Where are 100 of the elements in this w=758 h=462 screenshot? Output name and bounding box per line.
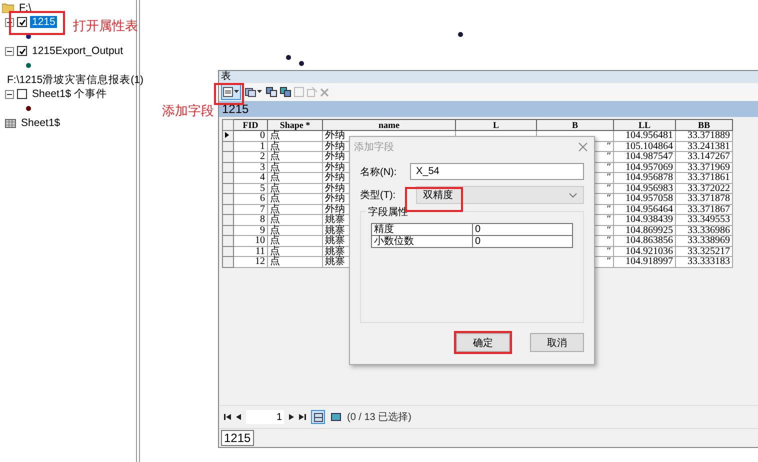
table-cell: ″: [606, 140, 611, 152]
chevron-down-icon: [569, 192, 577, 198]
table-cell: 104.921036: [614, 246, 676, 256]
table-cell: 6: [234, 194, 268, 204]
table-cell: 104.957069: [614, 162, 676, 172]
table-cell: 7: [234, 204, 268, 214]
highlight-frame: [9, 11, 65, 35]
table-cell: ″: [606, 235, 611, 246]
table-cell: 33.371969: [676, 162, 732, 172]
table-cell: 104.957058: [614, 194, 676, 204]
selection-status: (0 / 13 已选择): [347, 410, 412, 424]
caret-icon: [234, 90, 239, 94]
table-cell: ″: [606, 246, 611, 256]
table-cell: 33.333183: [676, 256, 732, 267]
table-cell: 33.371861: [676, 172, 732, 183]
previous-record-icon[interactable]: [236, 414, 241, 420]
layer-checkbox[interactable]: [17, 17, 27, 27]
table-cell: 点: [268, 183, 322, 194]
table-icon: [314, 412, 322, 422]
last-record-icon[interactable]: [299, 414, 306, 420]
table-cell: 点: [268, 204, 322, 214]
table-cell: 104.938439: [614, 214, 676, 225]
table-cell: 33.371867: [676, 204, 732, 214]
table-cell: ″: [606, 162, 611, 172]
select-by-attributes-icon[interactable]: [266, 87, 277, 97]
column-header[interactable]: L: [456, 120, 536, 130]
property-value[interactable]: 0: [472, 224, 572, 236]
collapse-icon[interactable]: [5, 90, 14, 98]
caret-icon: [257, 90, 262, 94]
table-cell: 点: [268, 194, 322, 204]
type-dropdown[interactable]: 双精度: [416, 186, 584, 204]
highlight-frame: [214, 83, 244, 105]
table-cell: 3: [234, 162, 268, 172]
column-header[interactable]: LL: [614, 120, 676, 130]
table-cell: 104.956983: [614, 183, 676, 194]
collapse-icon[interactable]: [5, 46, 14, 56]
table-cell: ″: [606, 172, 611, 183]
map-point: [286, 55, 291, 60]
tree-item-label[interactable]: F:\: [17, 2, 34, 14]
table-tab[interactable]: 1215: [221, 430, 254, 446]
name-input-field[interactable]: X_54: [410, 163, 584, 180]
tree-item-label[interactable]: Sheet1$: [19, 117, 62, 129]
table-cell: 33.371878: [676, 194, 732, 204]
table-cell: 33.349553: [676, 214, 732, 225]
table-cell: 33.241381: [676, 141, 732, 152]
tree-item-label[interactable]: F:\1215滑坡灾害信息报表(1): [5, 73, 146, 87]
cancel-button[interactable]: 取消: [530, 333, 584, 352]
table-cell: 点: [268, 141, 322, 152]
next-record-icon[interactable]: [289, 414, 294, 420]
row-selector[interactable]: [222, 130, 234, 141]
table-cell: ″: [606, 204, 611, 214]
column-header[interactable]: B: [536, 120, 614, 130]
show-selected-records-button[interactable]: [330, 411, 342, 423]
table-cell: 点: [268, 172, 322, 183]
window-title: 表: [219, 71, 758, 83]
table-cell: 点: [268, 152, 322, 162]
tree-item-label[interactable]: 1215Export_Output: [30, 45, 126, 57]
first-record-icon[interactable]: [224, 414, 231, 420]
layer-checkbox[interactable]: [17, 89, 27, 99]
table-cell: 104.987547: [614, 152, 676, 162]
table-cell: 点: [268, 246, 322, 256]
table-cell: 8: [234, 214, 268, 225]
table-cell: 10: [234, 236, 268, 246]
table-cell: 33.338969: [676, 236, 732, 246]
column-header[interactable]: Shape *: [268, 120, 322, 130]
tree-item-label[interactable]: 1215: [30, 16, 58, 28]
table-cell: ″: [606, 256, 611, 267]
show-all-records-button[interactable]: [311, 410, 325, 424]
layer-checkbox[interactable]: [17, 46, 27, 56]
table-name: 1215: [219, 101, 758, 117]
table-cell: 4: [234, 172, 268, 183]
table-options-button[interactable]: [221, 84, 241, 100]
close-icon[interactable]: [578, 142, 588, 152]
table-cell: 12: [234, 256, 268, 267]
map-point: [299, 61, 304, 66]
map-point: [458, 32, 463, 37]
table-cell: 9: [234, 225, 268, 236]
dialog-title: 添加字段: [354, 140, 394, 154]
table-cell: 点: [268, 214, 322, 225]
table-cell: 点: [268, 236, 322, 246]
column-header[interactable]: BB: [676, 120, 732, 130]
related-tables-button[interactable]: [244, 85, 263, 99]
table-cell: 2: [234, 152, 268, 162]
folder-icon: [2, 3, 14, 13]
table-cell: 33.336986: [676, 225, 732, 236]
table-icon: [5, 118, 16, 128]
tree-item-label[interactable]: Sheet1$ 个事件: [30, 87, 110, 101]
property-name: 小数位数: [372, 236, 472, 248]
ok-button[interactable]: 确定: [456, 333, 510, 352]
table-cell: ″: [606, 182, 611, 194]
column-header[interactable]: FID: [234, 120, 268, 130]
switch-selection-icon[interactable]: [280, 87, 291, 97]
current-row-icon: [225, 132, 229, 138]
table-cell: 104.956481: [614, 130, 676, 141]
property-value[interactable]: 0: [472, 236, 572, 248]
record-number-field[interactable]: 1: [246, 410, 284, 424]
table-cell: 0: [234, 130, 268, 141]
table-cell: ″: [606, 151, 611, 162]
column-header[interactable]: name: [322, 120, 456, 130]
table-cell: 104.869925: [614, 225, 676, 236]
